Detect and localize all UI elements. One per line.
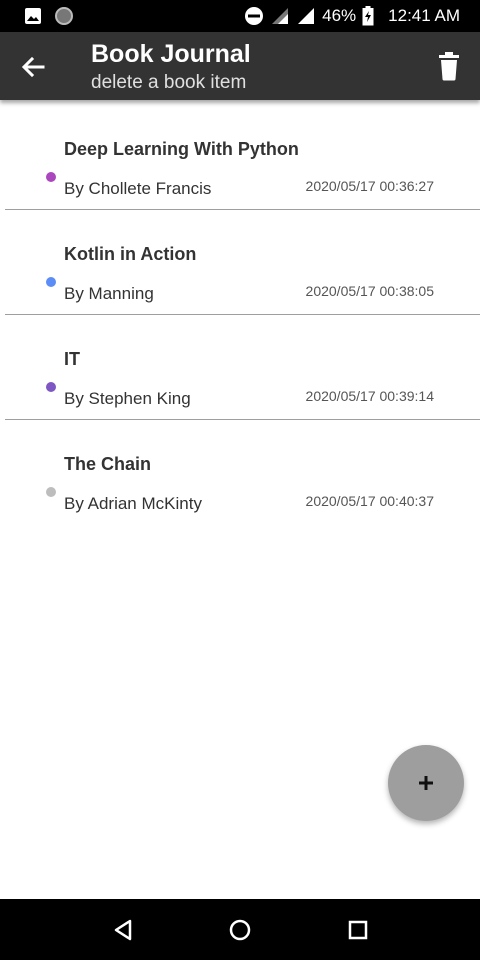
book-author: By Manning — [64, 284, 154, 303]
book-title: The Chain — [64, 454, 152, 474]
nav-back-button[interactable] — [110, 917, 136, 943]
page-subtitle: delete a book item — [91, 72, 247, 93]
battery-percent: 46% — [322, 6, 357, 25]
book-title: IT — [64, 349, 80, 369]
circle-icon — [55, 7, 73, 25]
status-bar: 46% 12:41 AM — [0, 0, 480, 32]
book-author: By Adrian McKinty — [64, 494, 202, 513]
book-date: 2020/05/17 00:38:05 — [305, 283, 434, 299]
image-icon — [25, 8, 41, 24]
list-item[interactable]: IT By Stephen King 2020/05/17 00:39:14 — [0, 315, 480, 420]
signal-icon — [298, 8, 315, 24]
recents-square-icon — [348, 920, 368, 940]
delete-button[interactable] — [436, 52, 462, 82]
book-author: By Chollete Francis — [64, 179, 212, 198]
dnd-icon — [245, 7, 264, 25]
battery-charging-icon — [362, 6, 374, 26]
book-list: Deep Learning With Python By Chollete Fr… — [0, 105, 480, 525]
list-item[interactable]: Kotlin in Action By Manning 2020/05/17 0… — [0, 210, 480, 315]
system-nav-bar — [0, 899, 480, 960]
app-bar: Book Journal delete a book item — [0, 32, 480, 100]
add-book-button[interactable] — [388, 745, 464, 821]
back-button[interactable] — [18, 52, 48, 82]
book-author: By Stephen King — [64, 389, 191, 408]
back-triangle-icon — [114, 919, 132, 941]
list-item[interactable]: Deep Learning With Python By Chollete Fr… — [0, 105, 480, 210]
arrow-left-icon — [21, 56, 45, 78]
page-title: Book Journal — [91, 40, 251, 68]
book-date: 2020/05/17 00:40:37 — [305, 493, 434, 509]
signal-icon — [272, 8, 289, 24]
plus-icon — [419, 776, 433, 790]
trash-icon — [439, 52, 459, 81]
book-title: Deep Learning With Python — [64, 139, 299, 159]
color-dot — [46, 487, 56, 497]
color-dot — [46, 382, 56, 392]
clock: 12:41 AM — [388, 6, 460, 25]
book-date: 2020/05/17 00:39:14 — [305, 388, 434, 404]
color-dot — [46, 172, 56, 182]
nav-home-button[interactable] — [227, 917, 253, 943]
book-date: 2020/05/17 00:36:27 — [305, 178, 434, 194]
list-item[interactable]: The Chain By Adrian McKinty 2020/05/17 0… — [0, 420, 480, 525]
home-circle-icon — [229, 919, 251, 941]
color-dot — [46, 277, 56, 287]
nav-recents-button[interactable] — [345, 917, 371, 943]
book-title: Kotlin in Action — [64, 244, 197, 264]
